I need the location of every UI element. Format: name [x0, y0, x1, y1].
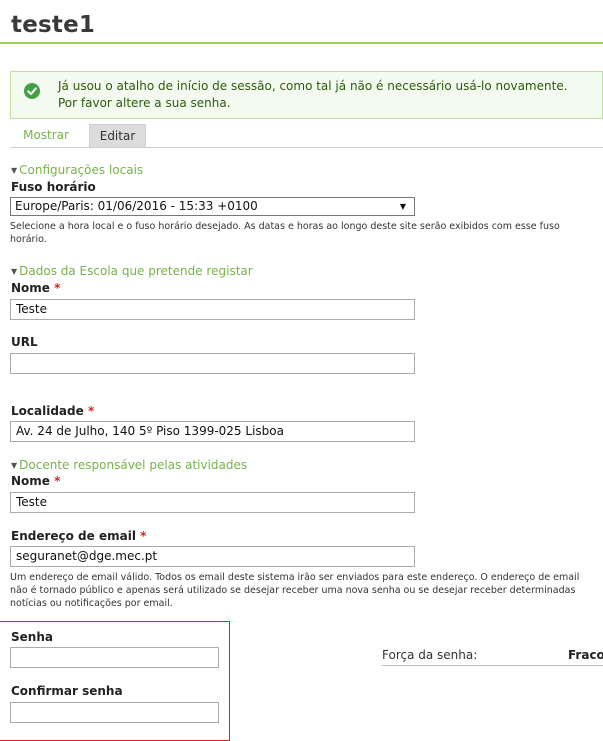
password-label: Senha	[11, 630, 53, 644]
required-marker: *	[140, 529, 147, 543]
timezone-selected-value: Europe/Paris: 01/06/2016 - 15:33 +0100	[15, 199, 258, 213]
caret-down-icon: ▼	[399, 202, 406, 211]
school-url-label: URL	[11, 335, 38, 349]
required-marker: *	[54, 281, 61, 295]
confirm-password-input[interactable]	[10, 702, 219, 723]
required-marker: *	[54, 474, 61, 488]
page-title: teste1	[11, 12, 96, 38]
tabs-divider	[10, 147, 603, 148]
triangle-down-icon: ▼	[11, 267, 18, 276]
school-name-label: Nome *	[11, 281, 61, 295]
status-message: Já usou o atalho de início de sessão, co…	[10, 71, 603, 119]
fieldset-legend-locale[interactable]: ▼ Configurações locais	[11, 163, 143, 177]
legend-label: Dados da Escola que pretende registar	[19, 264, 253, 278]
teacher-name-label: Nome *	[11, 474, 61, 488]
fieldset-legend-teacher[interactable]: ▼ Docente responsável pelas atividades	[11, 458, 247, 472]
fieldset-legend-school[interactable]: ▼ Dados da Escola que pretende registar	[11, 264, 253, 278]
timezone-label: Fuso horário	[11, 180, 96, 194]
status-message-text: Já usou o atalho de início de sessão, co…	[58, 79, 568, 110]
teacher-name-input[interactable]: Teste	[10, 492, 415, 513]
confirm-password-label: Confirmar senha	[11, 684, 123, 698]
triangle-down-icon: ▼	[11, 461, 18, 470]
password-strength-value: Fraco	[568, 648, 603, 662]
timezone-select[interactable]: Europe/Paris: 01/06/2016 - 15:33 +0100 ▼	[10, 197, 415, 216]
school-url-input[interactable]	[10, 353, 415, 374]
school-name-input[interactable]: Teste	[10, 299, 415, 320]
title-underline	[0, 42, 603, 44]
teacher-email-input[interactable]: seguranet@dge.mec.pt	[10, 546, 415, 567]
legend-label: Docente responsável pelas atividades	[19, 458, 248, 472]
triangle-down-icon: ▼	[11, 166, 18, 175]
email-description: Um endereço de email válido. Todos os em…	[10, 572, 580, 609]
password-strength-label: Força da senha:	[382, 648, 478, 662]
timezone-description: Selecione a hora local e o fuso horário …	[10, 221, 560, 245]
password-strength-bar	[382, 665, 603, 666]
tab-edit[interactable]: Editar	[89, 124, 146, 147]
legend-label: Configurações locais	[19, 163, 144, 177]
required-marker: *	[87, 404, 95, 418]
check-circle-icon	[24, 83, 40, 99]
tab-show[interactable]: Mostrar	[10, 124, 82, 147]
password-input[interactable]	[10, 647, 219, 668]
school-locality-label: Localidade *	[11, 404, 95, 418]
school-locality-input[interactable]: Av. 24 de Julho, 140 5º Piso 1399-025 Li…	[10, 421, 415, 442]
teacher-email-label: Endereço de email *	[11, 529, 147, 543]
